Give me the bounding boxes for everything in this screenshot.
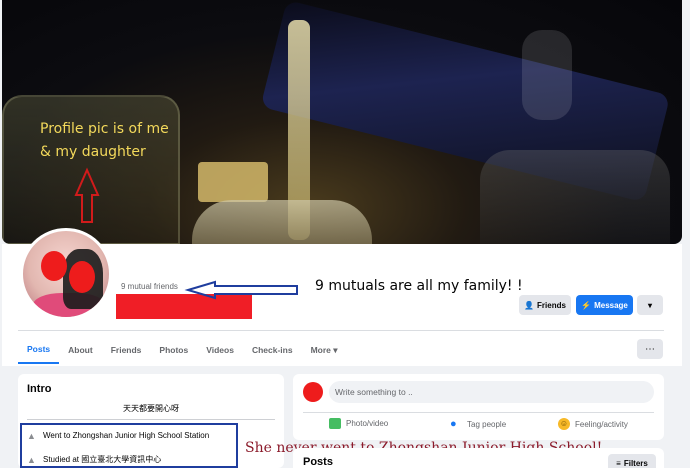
cover-glass-mid [192,200,372,244]
intro-divider [27,419,275,420]
messenger-icon: ⚡ [581,300,592,310]
cover-glass-left [2,95,180,244]
cover-glass-right [480,150,670,244]
filters-label: Filters [623,458,648,468]
profile-more-button[interactable]: ▾ [637,295,663,315]
message-button-label: Message [594,300,628,310]
photo-video-label: Photo/video [346,419,389,428]
composer-input[interactable]: Write something to .. [329,381,654,403]
filters-icon: ≡ [616,458,621,468]
annotation-highlight-box [20,423,238,468]
tab-checkins[interactable]: Check-ins [243,336,302,364]
feeling-activity-button[interactable]: ☺ Feeling/activity [558,418,628,430]
feeling-icon: ☺ [558,418,570,430]
annotation-family: 9 mutuals are all my family! ! [315,278,523,294]
annotation-daughter: & my daughter [40,144,146,160]
composer-divider [303,412,654,413]
tab-videos[interactable]: Videos [197,336,243,364]
tag-people-label: Tag people [467,419,507,429]
friends-icon: 👤 [524,300,535,310]
tab-about[interactable]: About [59,336,102,364]
tag-people-icon: ● [450,418,457,430]
avatar-face-redaction [41,251,67,281]
tab-photos[interactable]: Photos [150,336,197,364]
posts-card: Posts ≡ Filters [293,448,664,468]
intro-title: Intro [27,383,52,395]
composer-avatar [303,382,323,402]
chevron-down-icon: ▾ [647,300,652,310]
tab-more-label: More [310,345,331,355]
avatar-face-redaction [69,261,95,293]
intro-bio: 天天都要開心呀 [123,404,179,413]
ellipsis-icon: ⋯ [645,343,655,355]
post-composer: Write something to .. Photo/video ● Tag … [293,374,664,440]
tab-friends[interactable]: Friends [102,336,151,364]
friends-button-label: Friends [537,300,566,310]
cover-shine [522,30,572,120]
caret-down-icon: ▾ [333,344,338,355]
profile-avatar[interactable] [20,228,112,320]
mutual-friends-link[interactable]: 9 mutual friends [121,282,178,291]
feeling-activity-label: Feeling/activity [575,419,628,429]
friends-button[interactable]: 👤 Friends [519,295,571,315]
profile-tabs: Posts About Friends Photos Videos Check-… [18,336,347,364]
posts-title: Posts [303,456,333,468]
tabs-overflow-button[interactable]: ⋯ [637,339,663,359]
tab-posts[interactable]: Posts [18,336,60,364]
photo-icon [329,418,341,429]
header-divider [18,330,664,331]
tab-more[interactable]: More ▾ [302,336,347,364]
profile-page: Profile pic is of me & my daughter 9 mut… [0,0,690,468]
annotation-profile-pic: Profile pic is of me [40,121,169,137]
tag-people-button[interactable]: ● Tag people [450,418,506,430]
filters-button[interactable]: ≡ Filters [608,454,656,468]
photo-video-button[interactable]: Photo/video [329,418,388,429]
cover-cup [198,162,268,202]
message-button[interactable]: ⚡ Message [576,295,633,315]
name-redaction-bar [116,294,252,319]
